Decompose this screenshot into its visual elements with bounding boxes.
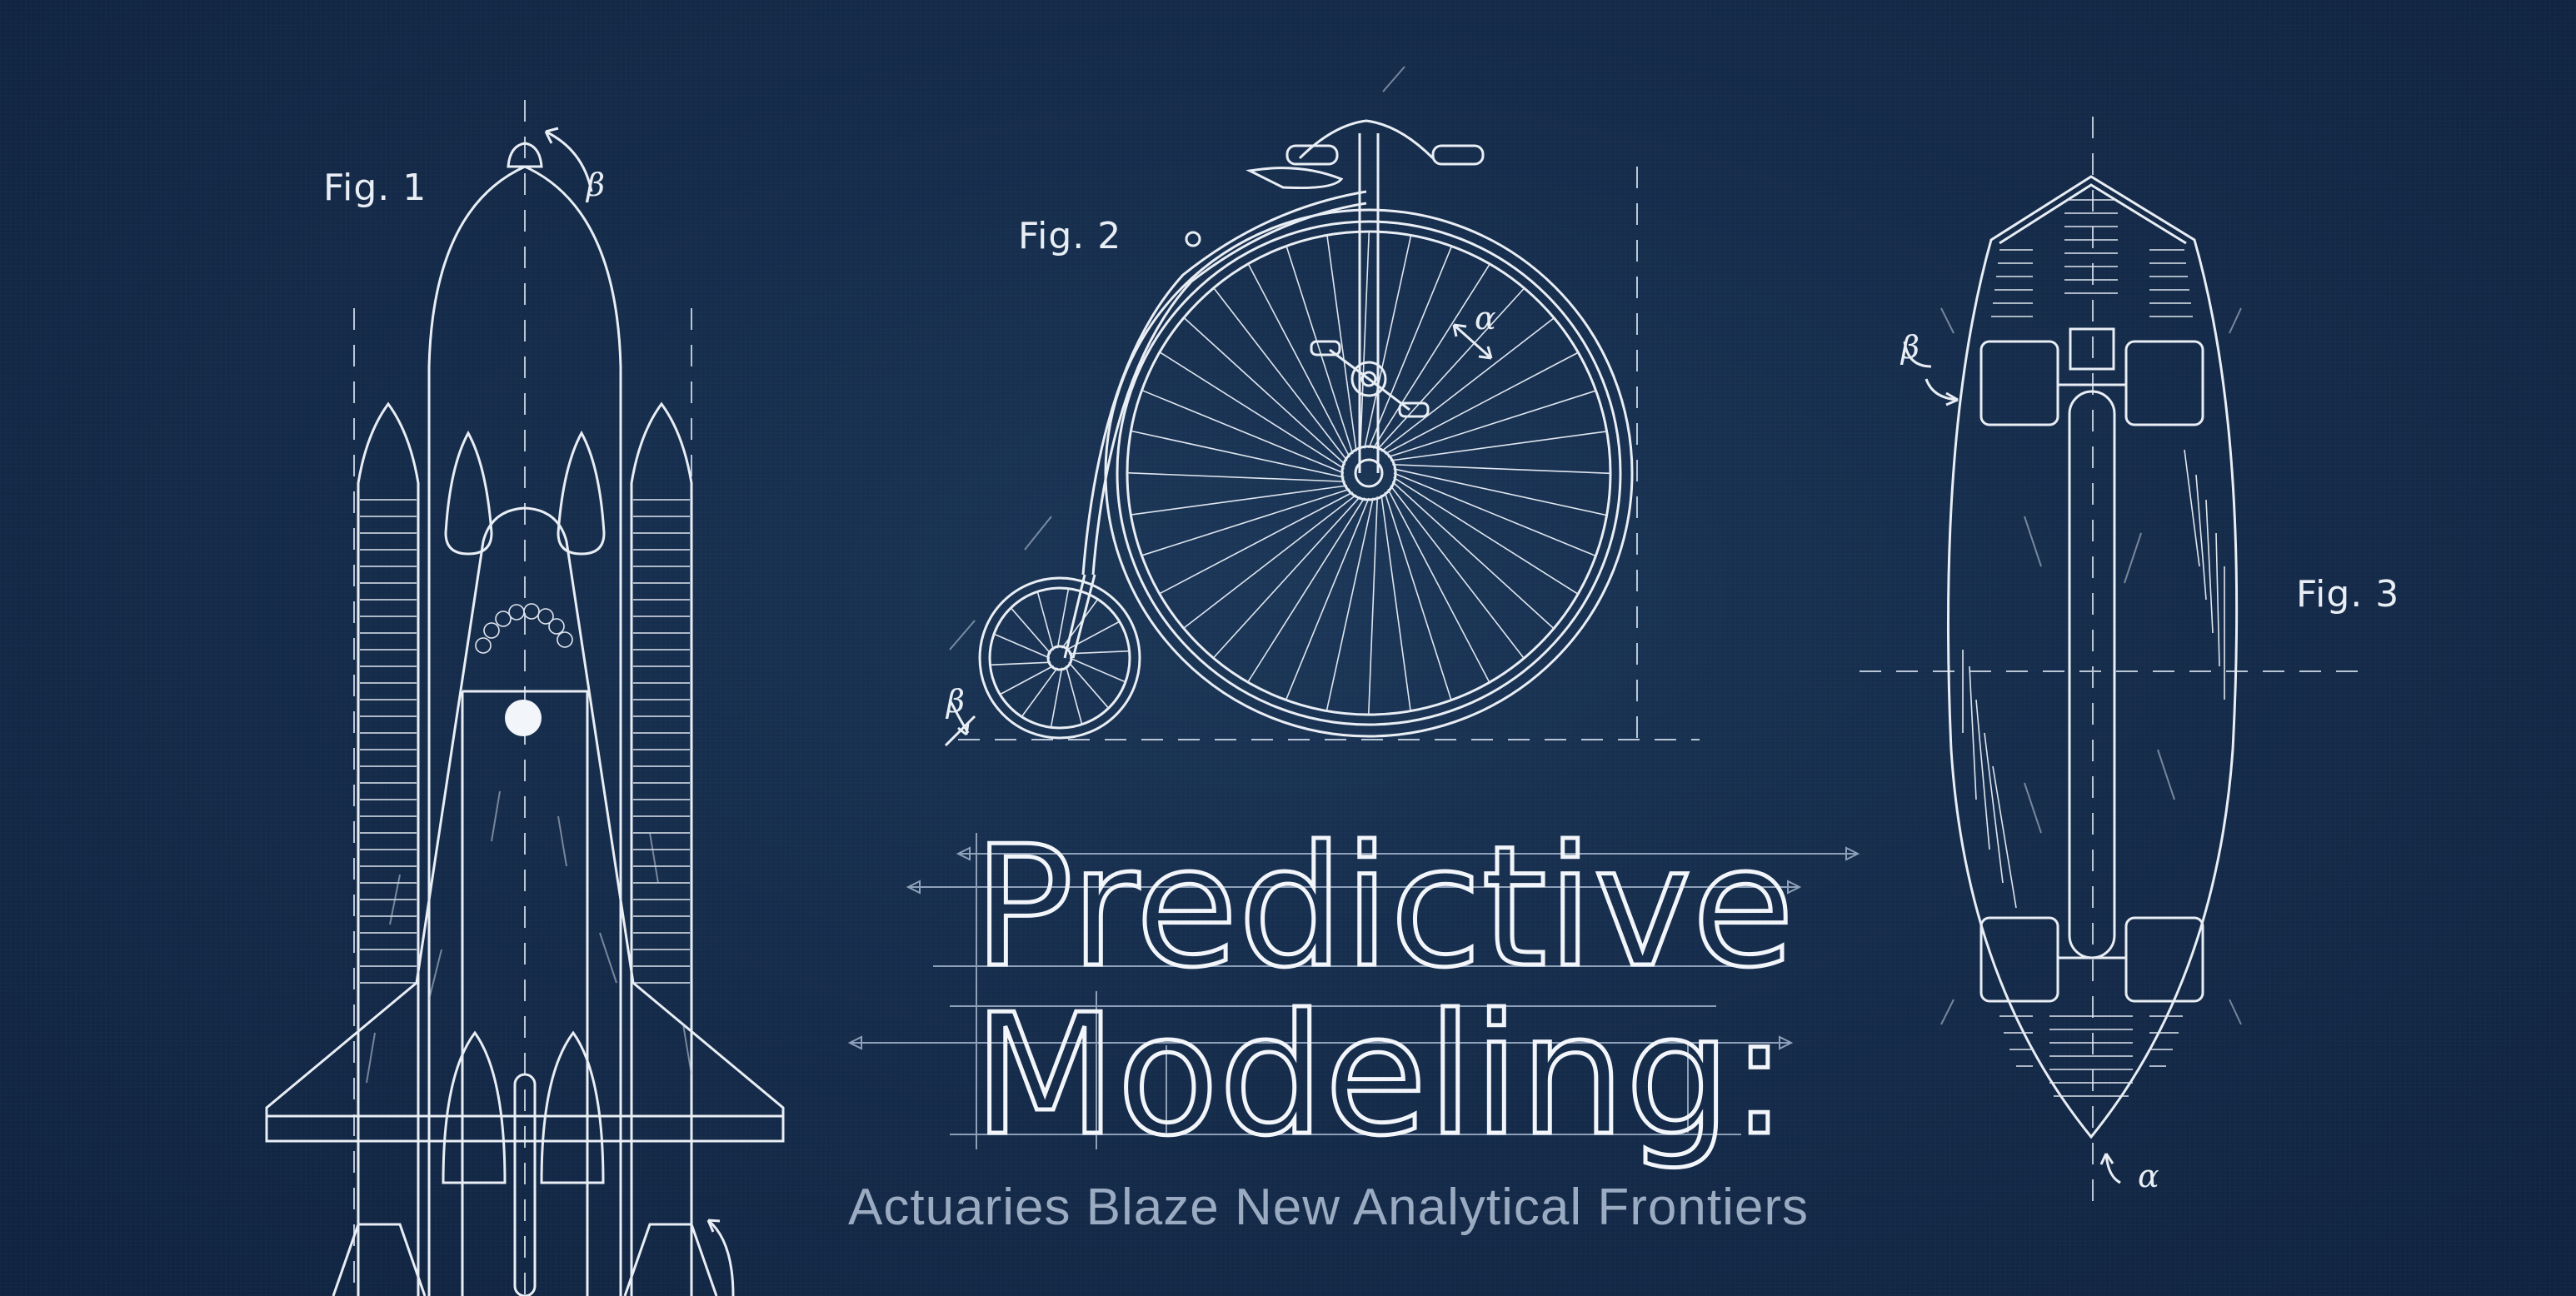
fig-2-label: Fig. 2 [1018, 215, 1121, 257]
beta-annotation-bike: β [945, 683, 965, 720]
space-shuttle-icon [265, 100, 785, 1296]
fig-3-label: Fig. 3 [2296, 573, 2399, 616]
beta-annotation: β [585, 167, 605, 203]
blueprint-canvas: Fig. 1 β Fig. 2 α β Fig. 3 β α Predictiv… [0, 0, 2576, 1296]
fig-1-label: Fig. 1 [323, 167, 427, 209]
skateboard-icon [1860, 117, 2358, 1208]
subtitle: Actuaries Blaze New Analytical Frontiers [848, 1179, 1809, 1236]
title-line-1: Predictive [973, 810, 1795, 1004]
alpha-annotation-bike: α [1475, 300, 1496, 336]
beta-annotation-skateboard: β [1900, 329, 1920, 366]
alpha-annotation-skateboard: α [2138, 1158, 2159, 1194]
penny-farthing-bicycle-icon [944, 66, 1700, 747]
title-line-2: Modeling: [973, 979, 1787, 1173]
